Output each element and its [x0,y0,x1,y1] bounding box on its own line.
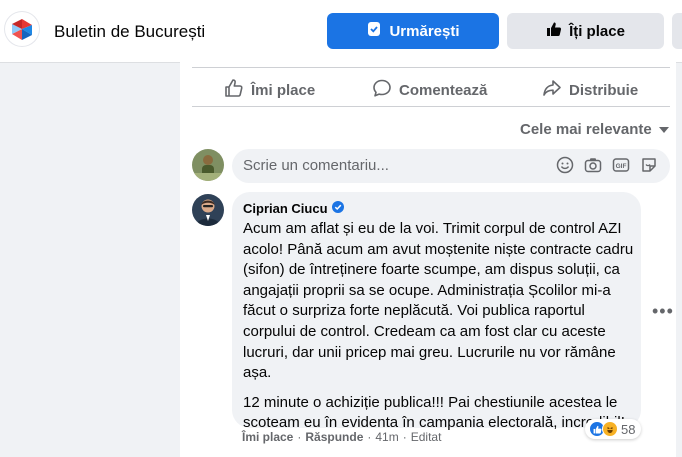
comment-action-button[interactable]: Comentează [372,76,487,104]
comment-author[interactable]: Ciprian Ciucu [243,201,344,216]
share-action-button[interactable]: Distribuie [542,76,638,104]
reaction-count: 58 [621,421,636,437]
gif-icon[interactable]: GIF [612,156,630,179]
meta-separator: · [297,430,302,444]
page-logo-icon[interactable] [5,12,39,46]
sticker-icon[interactable] [640,156,658,179]
comment-icon [372,78,392,102]
comment-composer[interactable]: Scrie un comentariu... GIF [232,149,670,183]
divider [192,106,670,107]
comment-edited-label[interactable]: Editat [411,430,442,444]
page-header: Buletin de București Urmărești Îți place [0,0,682,63]
meta-separator: · [402,430,407,444]
thumbs-up-outline-icon [224,78,244,102]
page-title[interactable]: Buletin de București [54,22,205,42]
header-more-button[interactable] [672,13,682,49]
page-like-label: Îți place [569,22,625,40]
comment-like-link[interactable]: Îmi place [242,430,293,444]
like-action-button[interactable]: Îmi place [224,76,315,104]
current-user-avatar[interactable] [192,149,224,181]
comment-sort-dropdown[interactable]: Cele mai relevante [520,121,670,138]
commenter-avatar[interactable] [192,194,224,226]
comment-paragraph: 12 minute o achiziție publica!!! Pai che… [243,393,625,432]
share-action-label: Distribuie [569,81,639,99]
camera-icon[interactable] [584,156,602,179]
comment-reply-link[interactable]: Răspunde [305,430,363,444]
comment-author-name[interactable]: Ciprian Ciucu [243,201,328,216]
comment-paragraph: Acum am aflat și eu de la voi. Trimit co… [243,220,634,382]
bookmark-check-icon [366,21,382,41]
page-like-button[interactable]: Îți place [507,13,664,49]
haha-reaction-icon [602,421,618,437]
meta-separator: · [367,430,372,444]
like-action-label: Îmi place [251,81,316,99]
comment-meta: Îmi place · Răspunde · 41m · Editat [242,430,441,444]
verified-icon [331,201,344,216]
comment-reactions[interactable]: 58 [585,419,642,439]
divider [192,67,670,68]
composer-tools: GIF [556,156,658,179]
emoji-icon[interactable] [556,156,574,179]
following-button[interactable]: Urmărești [327,13,499,49]
comment-bubble: Ciprian Ciucu Acum am aflat și eu de la … [232,192,641,431]
sort-label: Cele mai relevante [520,121,652,138]
share-icon [542,78,562,102]
comment-more-icon[interactable]: ••• [652,301,674,322]
comment-text: Acum am aflat și eu de la voi. Trimit co… [243,219,638,434]
comment-input-placeholder[interactable]: Scrie un comentariu... [243,157,389,174]
thumbs-up-icon [546,21,562,41]
svg-text:GIF: GIF [616,163,627,170]
comment-timestamp[interactable]: 41m [375,430,398,444]
caret-down-icon [658,121,670,138]
comment-action-label: Comentează [399,81,488,99]
following-label: Urmărești [389,22,460,40]
